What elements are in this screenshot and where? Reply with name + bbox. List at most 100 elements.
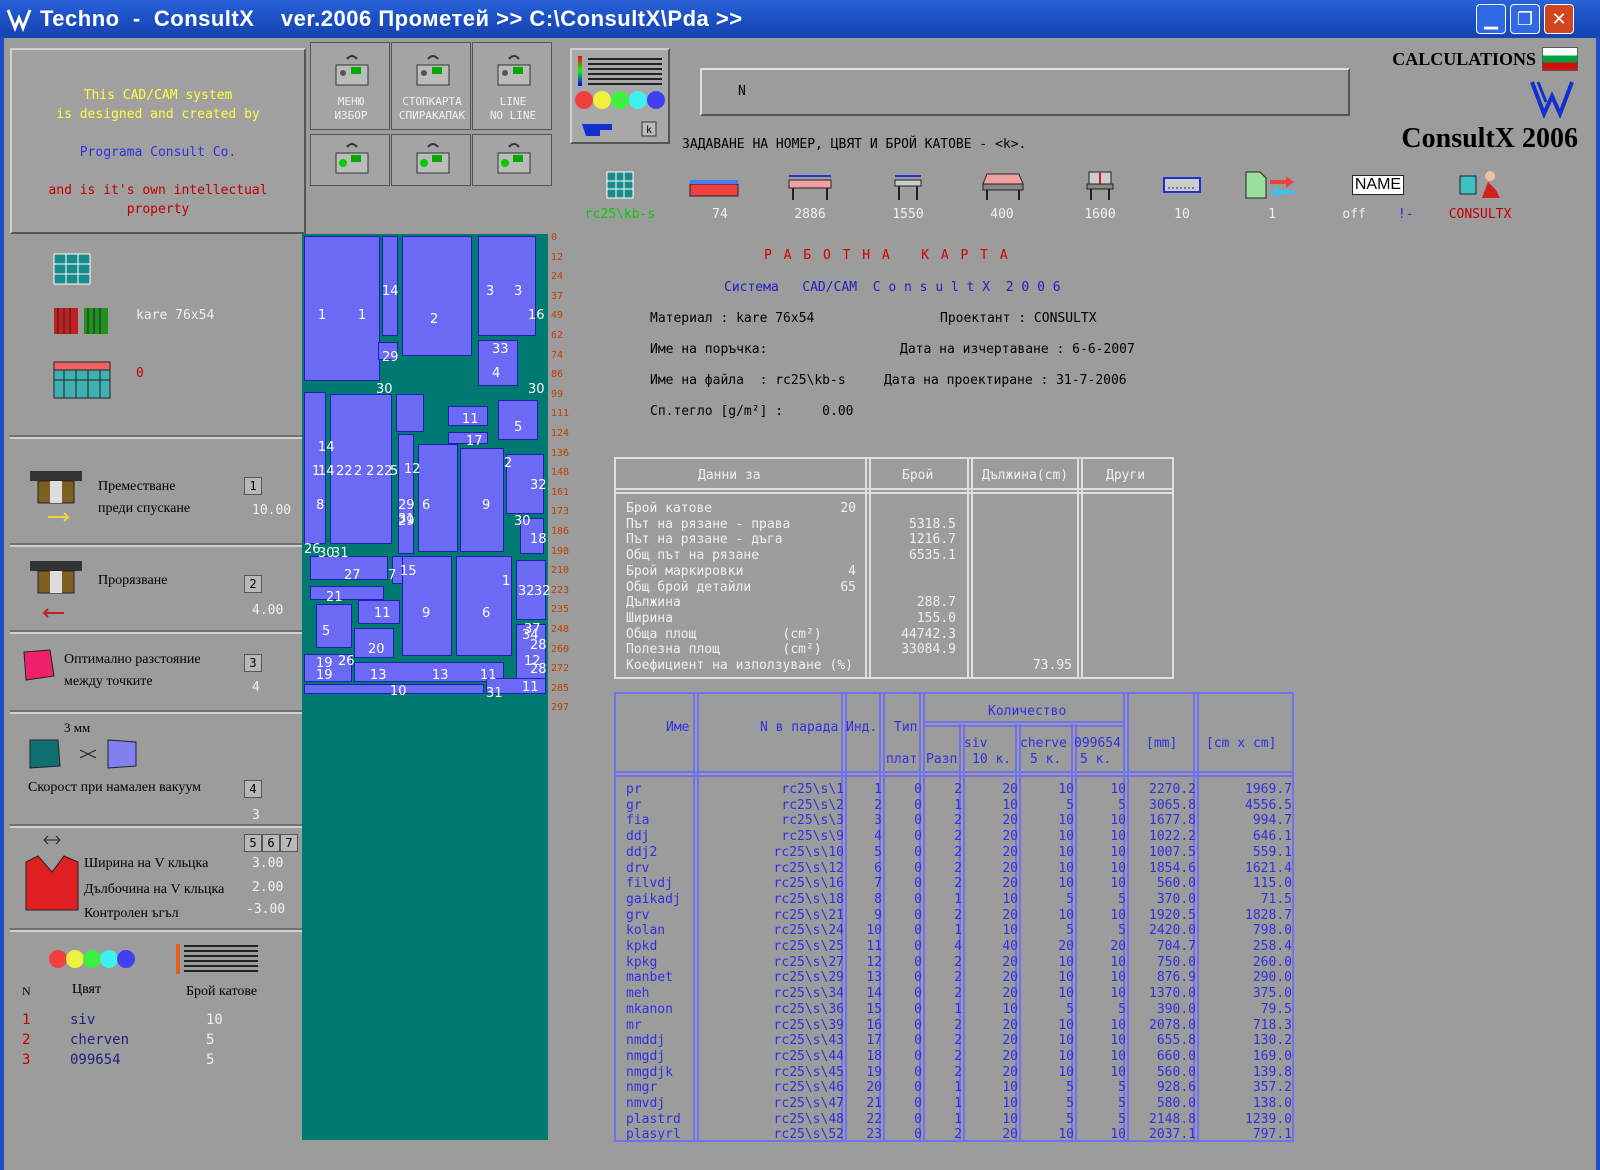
table-row[interactable]: nmgdj rc25\s\44 18 0 2 20 10 10 660.0 169.0 (616, 1048, 1292, 1065)
pattern-piece[interactable] (396, 394, 424, 432)
color-palette-panel[interactable]: k (570, 48, 670, 144)
table-row[interactable]: nmvdj rc25\s\47 21 0 1 10 5 5 580.0 138.0 (616, 1096, 1292, 1112)
cutting-head-icon (30, 561, 82, 618)
table-cell: 169.0 (1252, 1048, 1292, 1064)
table-row[interactable]: kolan rc25\s\24 10 0 1 10 5 5 2420.0 798.0 (616, 923, 1292, 939)
tool-table-height[interactable]: 1600 (1055, 165, 1145, 222)
table-row[interactable]: fia rc25\s\3 3 0 2 20 10 10 1677.8 994.7 (616, 813, 1292, 829)
piece-number: 26 (338, 654, 355, 669)
summary-header: Други (1106, 468, 1146, 483)
table-row[interactable]: mr rc25\s\39 16 0 2 20 10 10 2078.0 718.3 (616, 1018, 1292, 1034)
color-dots-icon (575, 91, 665, 109)
table-row[interactable]: drv rc25\s\12 6 0 2 20 10 10 1854.6 1621.4 (616, 861, 1292, 877)
tool-layers[interactable]: 400 (957, 165, 1047, 222)
table-row[interactable]: nmgr rc25\s\46 20 0 1 10 5 5 928.6 357.2 (616, 1080, 1292, 1096)
setting-badge[interactable]: 6 (262, 834, 280, 852)
calculations-label[interactable]: CALCULATIONS (1392, 47, 1578, 71)
color-row-n: 3 (22, 1052, 31, 1068)
tool-speed[interactable]: 74 (675, 165, 765, 222)
setting-value[interactable]: 2.00 (252, 880, 283, 895)
table-row[interactable]: nmddj rc25\s\43 17 0 2 20 10 10 655.8 130.2 (616, 1033, 1292, 1049)
stop-card-button[interactable]: СТОПКАРТА СПИРАКАПАК (391, 42, 471, 130)
tool-border[interactable]: 10 (1137, 165, 1227, 222)
setting-optimal-distance[interactable]: Оптимално разстояние между точките 3 4 (10, 632, 302, 712)
setting-badge[interactable]: 2 (244, 575, 262, 593)
parts-header-cherven-count: 5 к. (1030, 752, 1062, 767)
table-cell: 1969.7 (1245, 782, 1292, 797)
table-cell: nmvdj (626, 1096, 666, 1111)
setting-badge[interactable]: 4 (244, 780, 262, 798)
table-row[interactable]: ddj rc25\s\9 4 0 2 20 10 10 1022.2 646.1 (616, 829, 1292, 845)
point-shape-icon (23, 649, 55, 681)
table-row[interactable]: kpkg rc25\s\27 12 0 2 20 10 10 750.0 260.0 (616, 955, 1292, 971)
table-cell: 1 (954, 1001, 962, 1017)
setting-badge[interactable]: 5 (244, 834, 262, 852)
summary-header: Брой (902, 468, 934, 483)
piece-number: 17 (466, 434, 483, 449)
pattern-piece[interactable] (402, 236, 472, 356)
tool-table-width[interactable]: 1550 (863, 165, 953, 222)
table-row[interactable]: kpkd rc25\s\25 11 0 4 40 20 20 704.7 258.4 (616, 939, 1292, 955)
table-row[interactable]: meh rc25\s\34 14 0 2 20 10 10 1370.0 375.0 (616, 986, 1292, 1002)
grid-icon[interactable] (52, 252, 92, 286)
table-cell: 0 (914, 1096, 922, 1111)
marker-layout-canvas[interactable]: 1 1 14 2 3 3 16 29 33 4 30 30 14 11 5 17 14 1 22 2 2 22 5 12 2 29… (302, 234, 551, 1140)
setting-value[interactable]: 3.00 (252, 856, 283, 871)
table-cell: 10 (1058, 1033, 1074, 1049)
pattern-piece[interactable] (304, 236, 380, 381)
setting-value[interactable]: 3 (252, 808, 260, 823)
tool-consultx[interactable]: CONSULTX (1435, 165, 1525, 222)
setting-value[interactable]: 10.00 (252, 503, 291, 518)
setting-value[interactable]: -3.00 (246, 902, 285, 917)
table-row[interactable]: manbet rc25\s\29 13 0 2 20 10 10 876.9 290.0 (616, 970, 1292, 986)
setting-v-notch[interactable]: 5 6 7 Ширина на V кльцка 3.00 Дълбочина … (10, 826, 302, 930)
command-input[interactable]: N (700, 68, 1350, 116)
piece-number: 28 (530, 638, 547, 653)
control-button-6[interactable] (472, 134, 552, 186)
table-row[interactable]: plasyrl rc25\s\52 23 0 2 20 10 10 2037.1 797.1 (616, 1127, 1292, 1140)
setting-badge[interactable]: 1 (244, 477, 262, 495)
table-cell: 5 (1118, 1001, 1126, 1017)
close-button[interactable]: ✕ (1544, 4, 1574, 34)
table-row[interactable]: gr rc25\s\2 2 0 1 10 5 5 3065.8 4556.5 (616, 798, 1292, 814)
table-cell: 10 (1002, 1096, 1018, 1111)
piece-number: 31 (398, 512, 415, 527)
tool-file[interactable]: rc25\kb-s (575, 165, 665, 222)
control-button-4[interactable] (310, 134, 390, 186)
table-cell: rc25\s\25 (773, 939, 844, 954)
table-cell: 14 (866, 986, 882, 1002)
pattern-piece[interactable] (310, 586, 384, 600)
setting-cutting[interactable]: Прорязване 2 4.00 (10, 545, 302, 632)
bulgarian-flag-icon[interactable] (1542, 47, 1578, 71)
summary-cell: Общ път на рязане (626, 548, 760, 564)
piece-number: 3 (514, 284, 523, 299)
doc-subtitle: Система CAD/CAM C o n s u l t X 2 0 0 6 (724, 280, 1061, 295)
setting-move-before-lower[interactable]: Преместване преди спускане 1 10.00 (10, 437, 302, 545)
table-cell: 15 (866, 1001, 882, 1017)
minimize-button[interactable]: ▁ (1476, 4, 1506, 34)
table-row[interactable]: nmgdjk rc25\s\45 19 0 2 20 10 10 560.0 139.8 (616, 1065, 1292, 1081)
table-cell: 1 (954, 1111, 962, 1127)
piece-number: 14 (318, 464, 335, 479)
setting-value[interactable]: 4.00 (252, 603, 283, 618)
table-row[interactable]: filvdj rc25\s\16 7 0 2 20 10 10 560.0 115.0 (616, 876, 1292, 892)
tool-table-length[interactable]: 2886 (765, 165, 855, 222)
table-row[interactable]: mkanon rc25\s\36 15 0 1 10 5 5 390.0 79.5 (616, 1001, 1292, 1018)
table-row[interactable]: ddj2 rc25\s\10 5 0 2 20 10 10 1007.5 559.1 (616, 845, 1292, 861)
line-toggle-button[interactable]: LINE NO LINE (472, 42, 552, 130)
table-row[interactable]: pr rc25\s\1 1 0 2 20 10 10 2270.2 1969.7 (616, 782, 1292, 798)
menu-select-button[interactable]: МЕНЮ ИЗБОР (310, 42, 390, 130)
pattern-piece[interactable] (398, 434, 414, 554)
control-button-5[interactable] (391, 134, 471, 186)
restore-button[interactable]: ❐ (1510, 4, 1540, 34)
setting-label: Скорост при намален вакуум (28, 780, 202, 795)
setting-vacuum-speed[interactable]: 3 мм Скорост при намален вакуум 4 3 (10, 712, 302, 826)
setting-value[interactable]: 4 (252, 680, 260, 695)
tool-name[interactable]: NAME off !- (1333, 165, 1423, 222)
tool-transfer[interactable]: 1 (1227, 165, 1317, 222)
table-row[interactable]: gaikadj rc25\s\18 8 0 1 10 5 5 370.0 71.5 (616, 892, 1292, 908)
table-row[interactable]: grv rc25\s\21 9 0 2 20 10 10 1920.5 1828.7 (616, 908, 1292, 924)
setting-badge[interactable]: 7 (280, 834, 298, 852)
table-row[interactable]: plastrd rc25\s\48 22 0 1 10 5 5 2148.8 1239.0 (616, 1111, 1292, 1128)
setting-badge[interactable]: 3 (244, 654, 262, 672)
